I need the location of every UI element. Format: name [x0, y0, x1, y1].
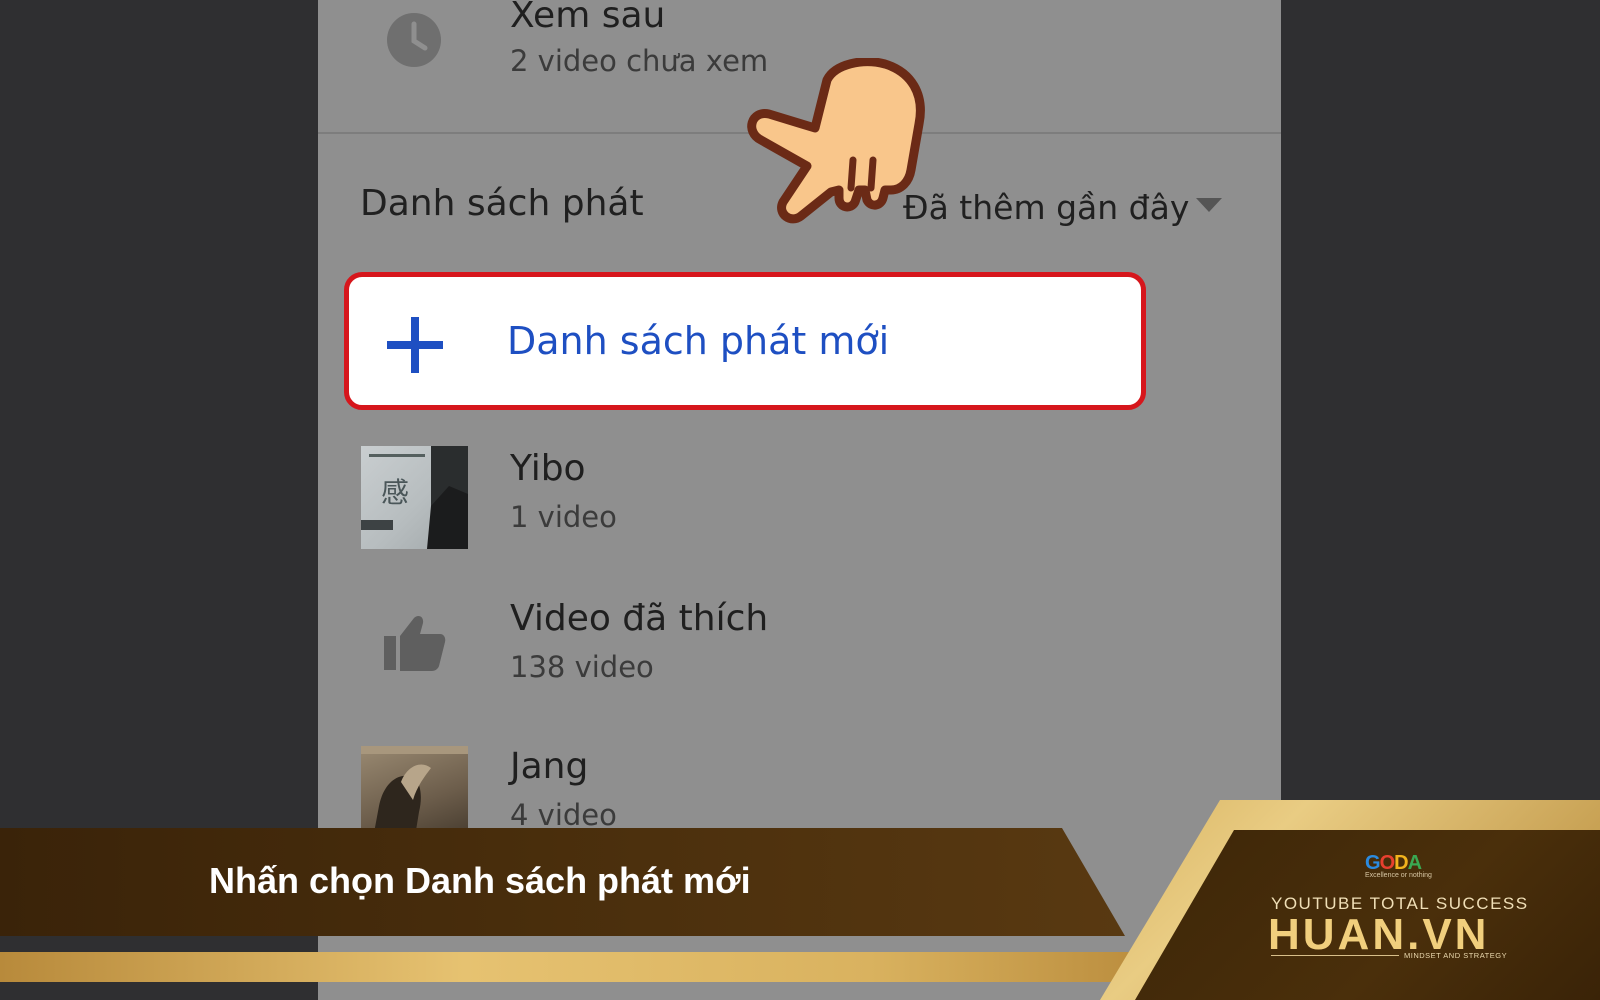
new-playlist-label: Danh sách phát mới	[507, 319, 890, 363]
caret-down-icon	[1196, 198, 1222, 214]
brand-underline	[1271, 955, 1399, 956]
brand-sub-text: MINDSET AND STRATEGY	[1404, 951, 1508, 960]
plus-icon	[385, 315, 445, 375]
thumbs-up-icon	[382, 614, 446, 672]
playlist-count: 1 video	[510, 500, 617, 534]
playlist-title: Video đã thích	[510, 598, 769, 639]
playlist-title: Yibo	[510, 448, 586, 489]
pointing-hand-icon	[735, 57, 935, 233]
svg-text:感: 感	[381, 476, 409, 509]
instruction-caption: Nhấn chọn Danh sách phát mới	[209, 860, 751, 901]
tutorial-screenshot: Xem sau 2 video chưa xem Danh sách phát …	[0, 0, 1600, 1000]
gold-accent-strip	[0, 952, 1160, 982]
watch-later-subtitle: 2 video chưa xem	[510, 44, 769, 78]
playlists-section-title: Danh sách phát	[360, 183, 644, 224]
playlist-count: 4 video	[510, 798, 617, 832]
new-playlist-button[interactable]: Danh sách phát mới	[344, 272, 1146, 410]
playlist-count: 138 video	[510, 650, 654, 684]
playlist-thumbnail: 感	[361, 446, 468, 549]
sort-label: Đã thêm gần đây	[903, 188, 1190, 227]
goda-tagline: Excellence or nothing	[1365, 872, 1432, 879]
playlist-title: Jang	[510, 746, 589, 787]
watch-later-title: Xem sau	[510, 0, 666, 36]
clock-icon	[386, 12, 442, 68]
